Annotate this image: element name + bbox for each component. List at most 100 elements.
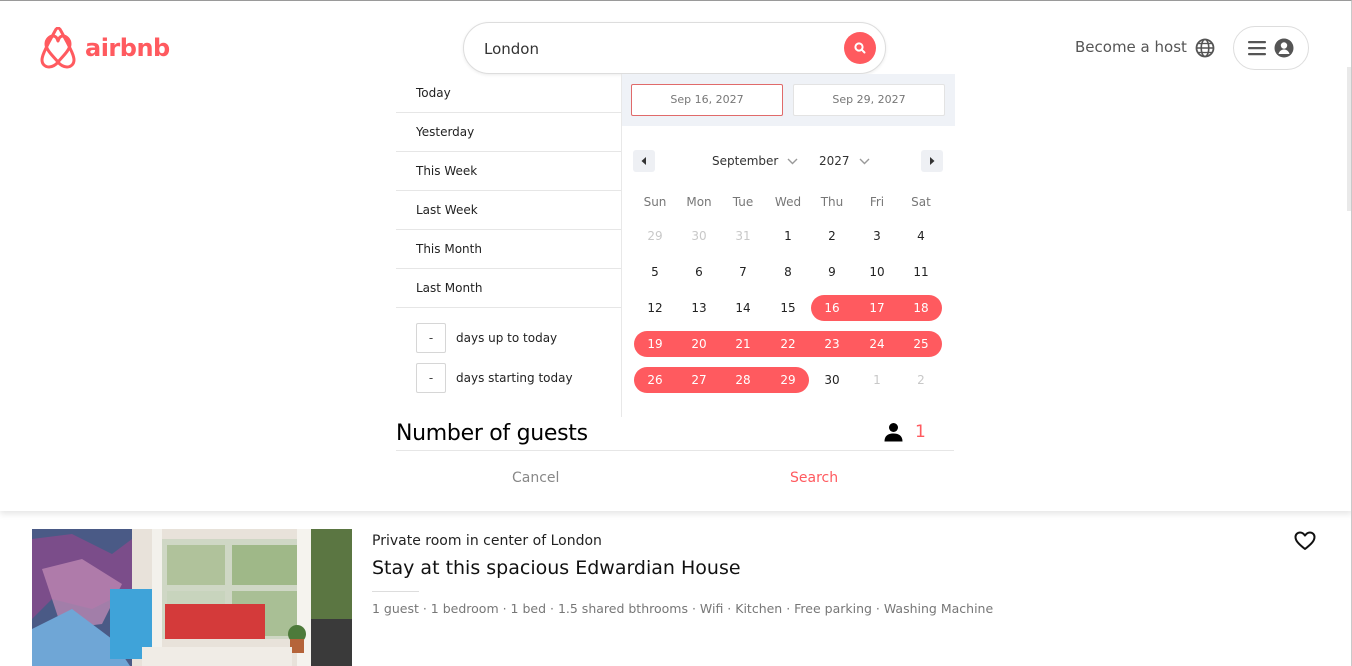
hamburger-menu-icon xyxy=(1248,41,1266,56)
end-date-input[interactable]: Sep 29, 2027 xyxy=(793,84,945,116)
calendar-day[interactable]: 29 xyxy=(633,223,677,249)
preset-this-week[interactable]: This Week xyxy=(396,152,622,191)
prev-month-button[interactable] xyxy=(633,150,655,172)
calendar-day[interactable]: 30 xyxy=(810,367,854,393)
calendar-day[interactable]: 2 xyxy=(899,367,943,393)
airbnb-logo-icon xyxy=(40,27,76,69)
calendar-day[interactable]: 17 xyxy=(855,295,899,321)
weekday-mon: Mon xyxy=(686,195,712,209)
calendar-day[interactable]: 22 xyxy=(766,331,810,357)
weekday-wed: Wed xyxy=(774,195,802,209)
language-button[interactable] xyxy=(1194,37,1216,63)
calendar-day[interactable]: 20 xyxy=(677,331,721,357)
preset-last-month[interactable]: Last Month xyxy=(396,269,622,308)
listing-details: 1 guest · 1 bedroom · 1 bed · 1.5 shared… xyxy=(372,601,994,616)
listing-photo[interactable] xyxy=(32,529,352,666)
cancel-button[interactable]: Cancel xyxy=(512,470,559,486)
year-select-value: 2027 xyxy=(819,154,850,168)
guests-title: Number of guests xyxy=(396,421,588,446)
calendar-day[interactable]: 25 xyxy=(899,331,943,357)
preset-yesterday[interactable]: Yesterday xyxy=(396,113,622,152)
globe-icon xyxy=(1195,38,1215,58)
weekday-fri: Fri xyxy=(869,195,885,209)
user-avatar-icon xyxy=(1274,38,1294,58)
listing-photo-image xyxy=(32,529,352,666)
month-select[interactable]: September xyxy=(712,154,798,168)
calendar-day[interactable]: 9 xyxy=(810,259,854,285)
calendar-day[interactable]: 15 xyxy=(766,295,810,321)
calendar-day[interactable]: 24 xyxy=(855,331,899,357)
preset-this-month[interactable]: This Month xyxy=(396,230,622,269)
month-select-value: September xyxy=(712,154,779,168)
search-bar xyxy=(463,22,886,74)
favorite-button[interactable] xyxy=(1294,531,1316,555)
calendar-day[interactable]: 14 xyxy=(721,295,765,321)
calendar-day[interactable]: 23 xyxy=(810,331,854,357)
date-presets: Today Yesterday This Week Last Week This… xyxy=(396,74,622,393)
calendar-day[interactable]: 28 xyxy=(721,367,765,393)
calendar-day[interactable]: 1 xyxy=(855,367,899,393)
days-starting-today-row: - days starting today xyxy=(416,363,573,393)
calendar-day[interactable]: 4 xyxy=(899,223,943,249)
guests-count: 1 xyxy=(915,422,926,442)
chevron-down-icon xyxy=(787,158,798,164)
calendar-day[interactable]: 8 xyxy=(766,259,810,285)
calendar-day[interactable]: 7 xyxy=(721,259,765,285)
calendar-day[interactable]: 1 xyxy=(766,223,810,249)
header: airbnb Become a host xyxy=(0,1,1351,511)
listing-subtitle: Private room in center of London xyxy=(372,533,602,549)
days-starting-today-input[interactable]: - xyxy=(416,363,446,393)
page: airbnb Become a host xyxy=(0,0,1352,666)
weekday-sat: Sat xyxy=(911,195,931,209)
listing-title[interactable]: Stay at this spacious Edwardian House xyxy=(372,557,741,579)
caret-right-icon xyxy=(930,157,935,165)
user-menu-button[interactable] xyxy=(1233,26,1309,70)
calendar-day[interactable]: 12 xyxy=(633,295,677,321)
search-icon xyxy=(854,42,866,54)
days-up-to-today-input[interactable]: - xyxy=(416,323,446,353)
calendar-day[interactable]: 11 xyxy=(899,259,943,285)
calendar-day[interactable]: 30 xyxy=(677,223,721,249)
calendar-day[interactable]: 26 xyxy=(633,367,677,393)
calendar-day[interactable]: 31 xyxy=(721,223,765,249)
brand-name: airbnb xyxy=(85,34,170,62)
divider xyxy=(396,450,954,451)
preset-last-week[interactable]: Last Week xyxy=(396,191,622,230)
scrollbar[interactable] xyxy=(1347,67,1351,211)
calendar-day[interactable]: 3 xyxy=(855,223,899,249)
year-select[interactable]: 2027 xyxy=(819,154,870,168)
calendar-day[interactable]: 5 xyxy=(633,259,677,285)
search-button[interactable] xyxy=(844,32,876,64)
calendar-day[interactable]: 18 xyxy=(899,295,943,321)
calendar-day[interactable]: 2 xyxy=(810,223,854,249)
preset-today[interactable]: Today xyxy=(396,74,622,113)
caret-left-icon xyxy=(641,157,646,165)
calendar-day[interactable]: 13 xyxy=(677,295,721,321)
calendar-day[interactable]: 6 xyxy=(677,259,721,285)
date-inputs: Sep 16, 2027 Sep 29, 2027 xyxy=(622,74,955,126)
days-up-to-today-row: - days up to today xyxy=(416,323,557,353)
calendar-day[interactable]: 21 xyxy=(721,331,765,357)
chevron-down-icon xyxy=(859,158,870,164)
days-up-to-today-label: days up to today xyxy=(456,331,558,345)
calendar-day[interactable]: 29 xyxy=(766,367,810,393)
start-date-input[interactable]: Sep 16, 2027 xyxy=(631,84,783,116)
heart-icon xyxy=(1294,531,1316,550)
listing-card[interactable]: Private room in center of London Stay at… xyxy=(0,511,1351,666)
search-submit-button[interactable]: Search xyxy=(790,470,838,486)
calendar-day[interactable]: 10 xyxy=(855,259,899,285)
calendar-day[interactable]: 16 xyxy=(810,295,854,321)
guests-counter[interactable]: 1 xyxy=(884,422,926,442)
next-month-button[interactable] xyxy=(921,150,943,172)
search-input[interactable] xyxy=(484,37,824,61)
calendar-day[interactable]: 27 xyxy=(677,367,721,393)
weekday-tue: Tue xyxy=(732,195,754,209)
airbnb-logo[interactable]: airbnb xyxy=(39,27,170,69)
days-starting-today-label: days starting today xyxy=(456,371,573,385)
calendar-panel: Sep 16, 2027 Sep 29, 2027 September 2027… xyxy=(621,74,955,417)
calendar-day[interactable]: 19 xyxy=(633,331,677,357)
weekday-sun: Sun xyxy=(643,195,667,209)
weekday-thu: Thu xyxy=(820,195,844,209)
become-host-link[interactable]: Become a host xyxy=(1075,38,1187,56)
divider xyxy=(372,591,419,592)
